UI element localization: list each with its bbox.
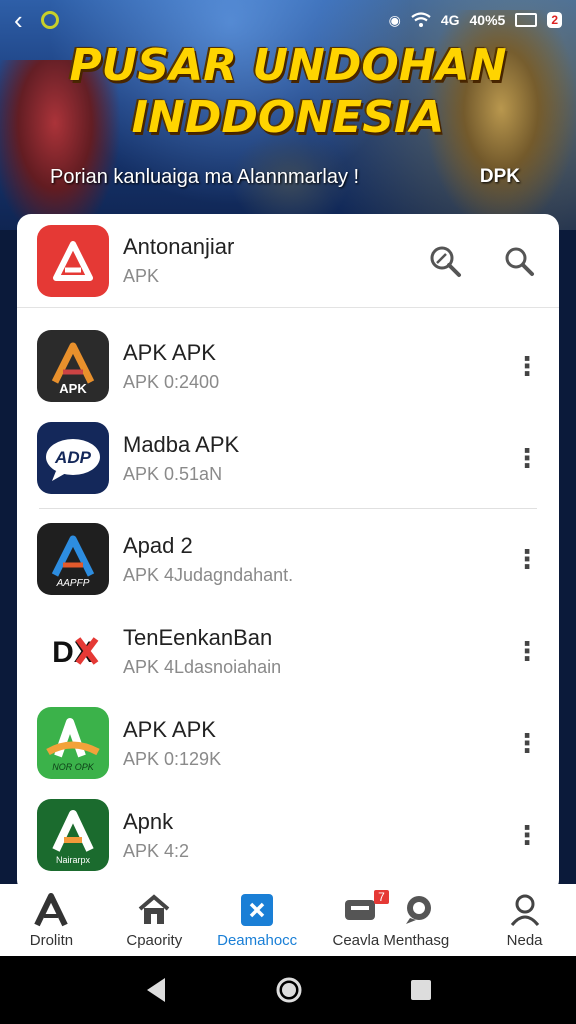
divider bbox=[39, 508, 537, 509]
more-options-icon[interactable]: ⋮ bbox=[514, 723, 540, 763]
app-icon: APK bbox=[37, 330, 109, 402]
more-options-icon[interactable]: ⋮ bbox=[514, 539, 540, 579]
zoom-search-icon[interactable] bbox=[425, 241, 465, 281]
system-recents-icon[interactable] bbox=[409, 978, 433, 1002]
featured-app-row[interactable]: Antonanjiar APK bbox=[17, 214, 559, 308]
app-sub: APK 4Ldasnoiahain bbox=[123, 656, 282, 677]
system-nav-bar bbox=[0, 956, 576, 1024]
app-icon-text: NOR OPK bbox=[52, 762, 95, 772]
more-options-icon[interactable]: ⋮ bbox=[514, 346, 540, 386]
system-home-icon[interactable] bbox=[275, 976, 303, 1004]
app-logo-icon bbox=[40, 11, 59, 29]
app-sub: APK 4:2 bbox=[123, 840, 190, 861]
list-item[interactable]: AAPFP Apad 2 APK 4Judagndahant. ⋮ bbox=[17, 513, 559, 605]
list-item[interactable]: NOR OPK APK APK APK 0:129K ⋮ bbox=[17, 697, 559, 789]
system-back-icon[interactable] bbox=[143, 976, 169, 1004]
nav-label: Deamahocc bbox=[217, 931, 298, 949]
app-icon: NOR OPK bbox=[37, 707, 109, 779]
more-options-icon[interactable]: ⋮ bbox=[514, 815, 540, 855]
nav-item-deamahocc[interactable]: Deamahocc bbox=[206, 884, 309, 956]
hero-title-line1: PUSAR UNDOHAN bbox=[69, 40, 507, 91]
home-icon bbox=[134, 892, 174, 928]
hero-tag: DPK bbox=[479, 166, 520, 187]
app-icon: Nairarpx bbox=[37, 799, 109, 871]
app-name: APK APK bbox=[123, 339, 216, 365]
network-indicator: 4G bbox=[440, 12, 460, 28]
sync-icon: ◉ bbox=[388, 11, 401, 28]
app-sub: APK 4Judagndahant. bbox=[123, 564, 294, 585]
battery-icon bbox=[515, 13, 538, 27]
nav-item-cpaority[interactable]: Cpaority bbox=[103, 884, 206, 956]
app-sub: APK 0:129K bbox=[123, 748, 222, 769]
list-item[interactable]: Nairarpx Apnk APK 4:2 ⋮ bbox=[17, 789, 559, 881]
bottom-nav: Drolitn Cpaority Deamahocc 7 Ceavla Ment… bbox=[0, 884, 576, 956]
nav-label: Drolitn bbox=[29, 931, 74, 949]
nav-item-drolitn[interactable]: Drolitn bbox=[0, 884, 103, 956]
battery-text: 40%5 bbox=[469, 12, 506, 28]
app-name: Apnk bbox=[123, 808, 174, 834]
app-sub: APK 0:2400 bbox=[123, 371, 220, 392]
hero-title: PUSAR UNDOHAN INDDONESIA bbox=[0, 40, 576, 144]
nav-item-neda[interactable]: Neda bbox=[473, 884, 576, 956]
hero-banner: ‹ ◉ 4G 40%5 2 PUSAR UNDOHAN INDDONESIA P… bbox=[0, 0, 576, 230]
list-item[interactable]: APK APK APK APK 0:2400 ⋮ bbox=[17, 320, 559, 412]
nav-item-ceavla-menthasg[interactable]: 7 Ceavla Menthasg bbox=[309, 884, 474, 956]
app-icon-text: APK bbox=[59, 381, 87, 396]
wifi-icon bbox=[411, 12, 431, 27]
app-icon-text: AAPFP bbox=[56, 578, 90, 589]
featured-app-sub: APK bbox=[123, 266, 160, 286]
app-icon: ADP bbox=[37, 422, 109, 494]
app-list-card: Antonanjiar APK APK APK APK APK 0:2400 ⋮… bbox=[17, 214, 559, 894]
nav-badge: 7 bbox=[374, 889, 389, 904]
app-sub: APK 0.51aN bbox=[123, 463, 223, 484]
notification-badge: 2 bbox=[547, 12, 562, 28]
screen: ‹ ◉ 4G 40%5 2 PUSAR UNDOHAN INDDONESIA P… bbox=[0, 0, 576, 1024]
back-icon[interactable]: ‹ bbox=[14, 7, 23, 33]
more-options-icon[interactable]: ⋮ bbox=[514, 438, 540, 478]
nav-label: Cpaority bbox=[126, 931, 183, 949]
chat-icon bbox=[399, 892, 439, 928]
more-options-icon[interactable]: ⋮ bbox=[514, 631, 540, 671]
app-name: TenEenkanBan bbox=[123, 624, 273, 650]
hero-title-line2: INDDONESIA bbox=[131, 92, 445, 143]
search-icon[interactable] bbox=[499, 241, 539, 281]
app-name: Apad 2 bbox=[123, 532, 193, 558]
list-item[interactable]: DX TenEenkanBan APK 4Ldasnoiahain ⋮ bbox=[17, 605, 559, 697]
app-icon: DX bbox=[37, 615, 109, 687]
featured-app-name: Antonanjiar bbox=[123, 234, 235, 259]
app-icon-text: ADP bbox=[54, 448, 92, 467]
hero-subtitle: Porian kanluaiga ma Alannmarlay ! bbox=[50, 166, 360, 188]
app-name: APK APK bbox=[123, 716, 216, 742]
close-box-icon bbox=[237, 892, 277, 928]
app-icon: AAPFP bbox=[37, 523, 109, 595]
a-logo-icon bbox=[31, 892, 71, 928]
app-icon-text: Nairarpx bbox=[56, 855, 91, 865]
list-item[interactable]: ADP Madba APK APK 0.51aN ⋮ bbox=[17, 412, 559, 504]
nav-label: Neda bbox=[506, 931, 543, 949]
app-name: Madba APK bbox=[123, 431, 240, 457]
featured-app-icon bbox=[37, 224, 109, 297]
nav-label: Ceavla Menthasg bbox=[332, 931, 450, 949]
status-bar: ‹ ◉ 4G 40%5 2 bbox=[0, 6, 576, 34]
person-icon bbox=[505, 892, 545, 928]
message-box-icon: 7 bbox=[343, 889, 389, 928]
